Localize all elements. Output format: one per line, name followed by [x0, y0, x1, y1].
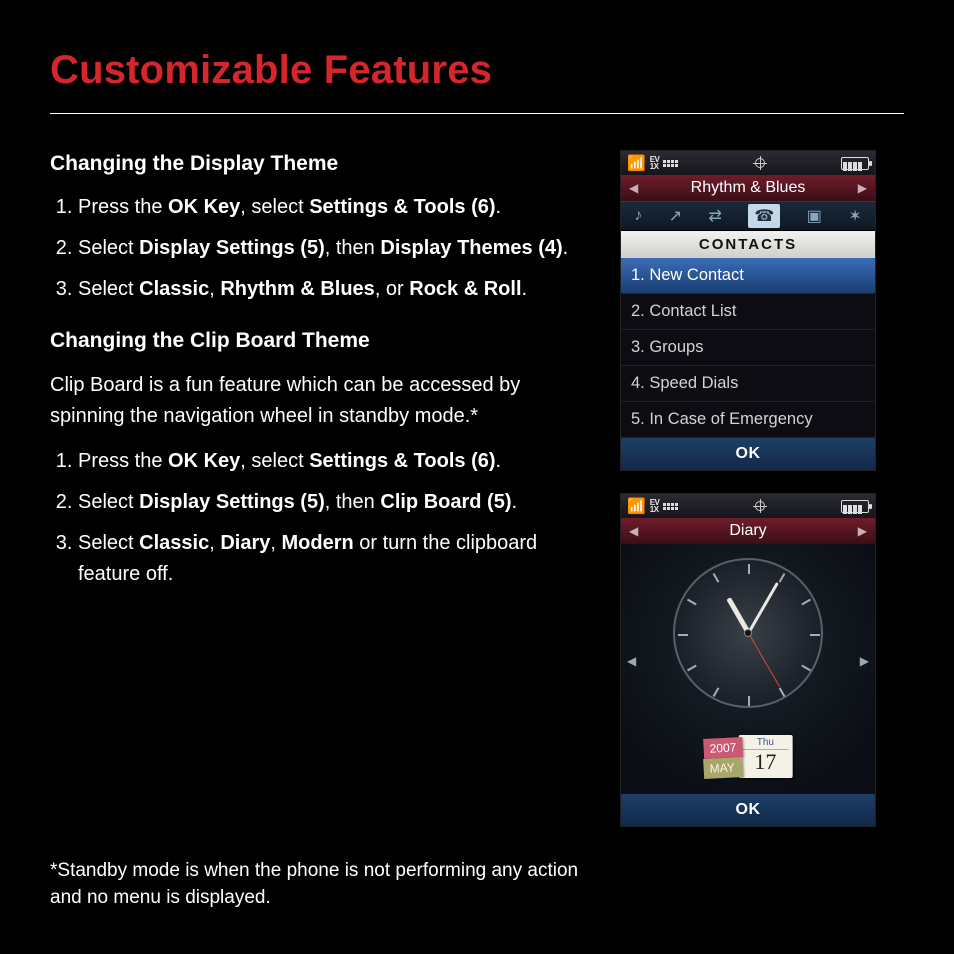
theme-title-bar: ◀ Rhythm & Blues ▶ [621, 175, 875, 201]
step: Select Classic, Diary, Modern or turn th… [78, 528, 590, 590]
clock-second-hand [748, 633, 780, 687]
signal-icon: 📶 [627, 156, 646, 171]
phone-screenshot-theme: 📶 EV1X ◀ Rhythm & Blues ▶ ♪ [620, 150, 876, 471]
signal-icon: 📶 [627, 499, 646, 514]
status-bar: 📶 EV1X [621, 494, 875, 518]
tools-tab-icon: ✶ [848, 206, 861, 226]
tab-icon-row: ♪ ↗ ⇄ ☎ ▣ ✶ [621, 201, 875, 231]
media-tab-icon: ▣ [807, 206, 822, 226]
left-arrow-icon: ◀ [629, 524, 638, 538]
location-icon [755, 501, 765, 511]
display-theme-steps: Press the OK Key, select Settings & Tool… [50, 192, 590, 305]
clipboard-intro: Clip Board is a fun feature which can be… [50, 370, 590, 432]
year-tape: 2007 [703, 737, 743, 759]
data-indicator-icon [663, 503, 678, 510]
status-bar: 📶 EV1X [621, 151, 875, 175]
music-tab-icon: ♪ [634, 207, 642, 225]
evdo-indicator: EV1X [650, 499, 660, 513]
section-heading-display-theme: Changing the Display Theme [50, 150, 590, 178]
clock-minute-hand [747, 582, 779, 634]
day-number: 17 [742, 750, 788, 774]
clipboard-theme-steps: Press the OK Key, select Settings & Tool… [50, 446, 590, 590]
clipboard-body: ◀ ▶ [621, 544, 875, 794]
menu-item-groups: 3. Groups [621, 330, 875, 366]
data-indicator-icon [663, 160, 678, 167]
nav-left-icon: ◀ [627, 654, 636, 668]
right-arrow-icon: ▶ [858, 181, 867, 195]
menu-item-new-contact: 1. New Contact [621, 258, 875, 294]
step: Select Classic, Rhythm & Blues, or Rock … [78, 274, 590, 305]
theme-name: Rhythm & Blues [691, 179, 806, 197]
left-arrow-icon: ◀ [629, 181, 638, 195]
calls-tab-icon: ⇄ [709, 206, 722, 226]
step: Press the OK Key, select Settings & Tool… [78, 446, 590, 477]
location-icon [755, 158, 765, 168]
battery-icon [841, 157, 869, 170]
instructions-column: Changing the Display Theme Press the OK … [50, 150, 590, 827]
softkey-ok: OK [621, 438, 875, 470]
step: Select Display Settings (5), then Clip B… [78, 487, 590, 518]
date-tapes: 2007 MAY Thu 17 [704, 735, 793, 778]
contacts-tab-icon: ☎ [748, 204, 780, 228]
divider [50, 113, 904, 114]
screenshot-column: 📶 EV1X ◀ Rhythm & Blues ▶ ♪ [620, 150, 880, 827]
footnote: *Standby mode is when the phone is not p… [50, 857, 600, 912]
date-card: Thu 17 [738, 735, 792, 778]
nav-right-icon: ▶ [860, 654, 869, 668]
menu-list: 1. New Contact 2. Contact List 3. Groups… [621, 258, 875, 438]
softkey-ok: OK [621, 794, 875, 826]
clipboard-title-bar: ◀ Diary ▶ [621, 518, 875, 544]
phone-screenshot-clipboard: 📶 EV1X ◀ Diary ▶ ◀ ▶ [620, 493, 876, 827]
page-title: Customizable Features [50, 48, 904, 93]
evdo-indicator: EV1X [650, 156, 660, 170]
analog-clock [673, 558, 823, 708]
menu-item-speed-dials: 4. Speed Dials [621, 366, 875, 402]
step: Press the OK Key, select Settings & Tool… [78, 192, 590, 223]
right-arrow-icon: ▶ [858, 524, 867, 538]
menu-section-header: CONTACTS [621, 231, 875, 258]
section-heading-clipboard-theme: Changing the Clip Board Theme [50, 327, 590, 355]
messaging-tab-icon: ↗ [669, 206, 682, 226]
menu-item-contact-list: 2. Contact List [621, 294, 875, 330]
clipboard-name: Diary [729, 522, 766, 540]
battery-icon [841, 500, 869, 513]
menu-item-ice: 5. In Case of Emergency [621, 402, 875, 438]
month-tape: MAY [703, 757, 743, 779]
step: Select Display Settings (5), then Displa… [78, 233, 590, 264]
